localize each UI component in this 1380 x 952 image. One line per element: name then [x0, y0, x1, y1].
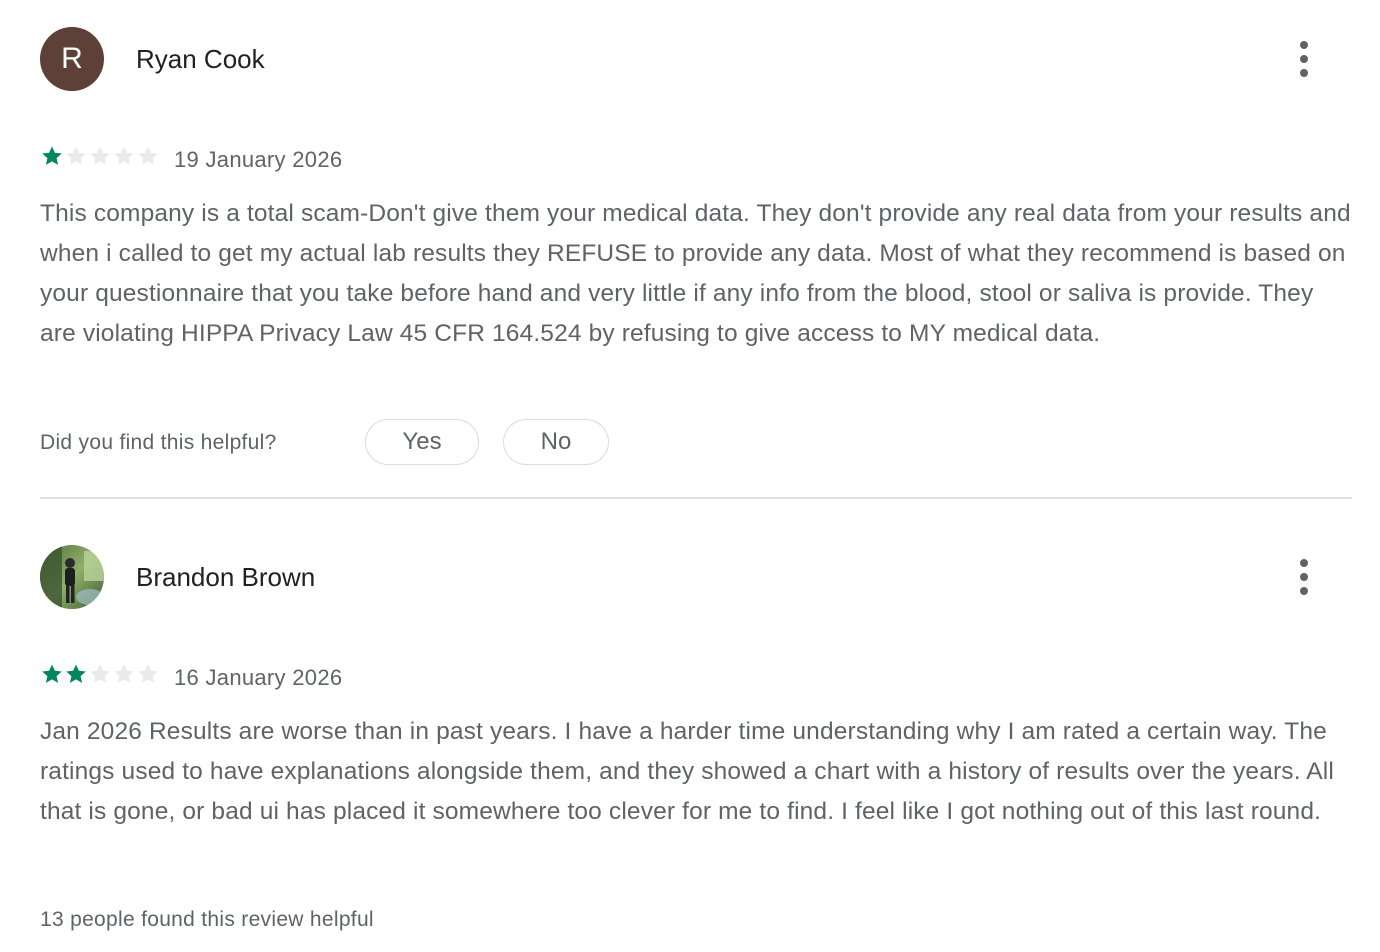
- star-filled-icon: [40, 144, 64, 168]
- star-empty-icon: [88, 662, 112, 686]
- review-header: R Ryan Cook: [40, 27, 1352, 91]
- review-text: Jan 2026 Results are worse than in past …: [40, 718, 1334, 825]
- star-filled-icon: [64, 662, 88, 686]
- profile-photo-icon: [40, 545, 104, 609]
- review-text: This company is a total scam-Don't give …: [40, 200, 1351, 347]
- star-empty-icon: [112, 662, 136, 686]
- helpful-question: Did you find this helpful?: [40, 431, 277, 454]
- more-vert-icon: [1300, 559, 1308, 595]
- star-filled-icon: [40, 662, 64, 686]
- review-header: Brandon Brown: [40, 545, 1352, 609]
- review-divider: [40, 497, 1352, 499]
- star-empty-icon: [136, 144, 160, 168]
- helpful-row: Did you find this helpful? Yes No: [40, 419, 740, 467]
- star-empty-icon: [136, 662, 160, 686]
- star-rating: [40, 144, 160, 168]
- star-empty-icon: [112, 144, 136, 168]
- review-date: 19 January 2026: [174, 147, 343, 172]
- avatar: R: [40, 27, 104, 91]
- star-rating: [40, 662, 160, 686]
- helpful-yes-button[interactable]: Yes: [365, 419, 479, 465]
- more-options-button[interactable]: [1288, 39, 1320, 79]
- author-name: Ryan Cook: [136, 44, 265, 74]
- helpful-count: 13 people found this review helpful: [40, 908, 374, 931]
- review-date: 16 January 2026: [174, 665, 343, 690]
- author-name: Brandon Brown: [136, 562, 316, 592]
- avatar: [40, 545, 104, 609]
- star-empty-icon: [64, 144, 88, 168]
- more-options-button[interactable]: [1288, 557, 1320, 597]
- more-vert-icon: [1300, 41, 1308, 77]
- star-empty-icon: [88, 144, 112, 168]
- helpful-no-button[interactable]: No: [503, 419, 609, 465]
